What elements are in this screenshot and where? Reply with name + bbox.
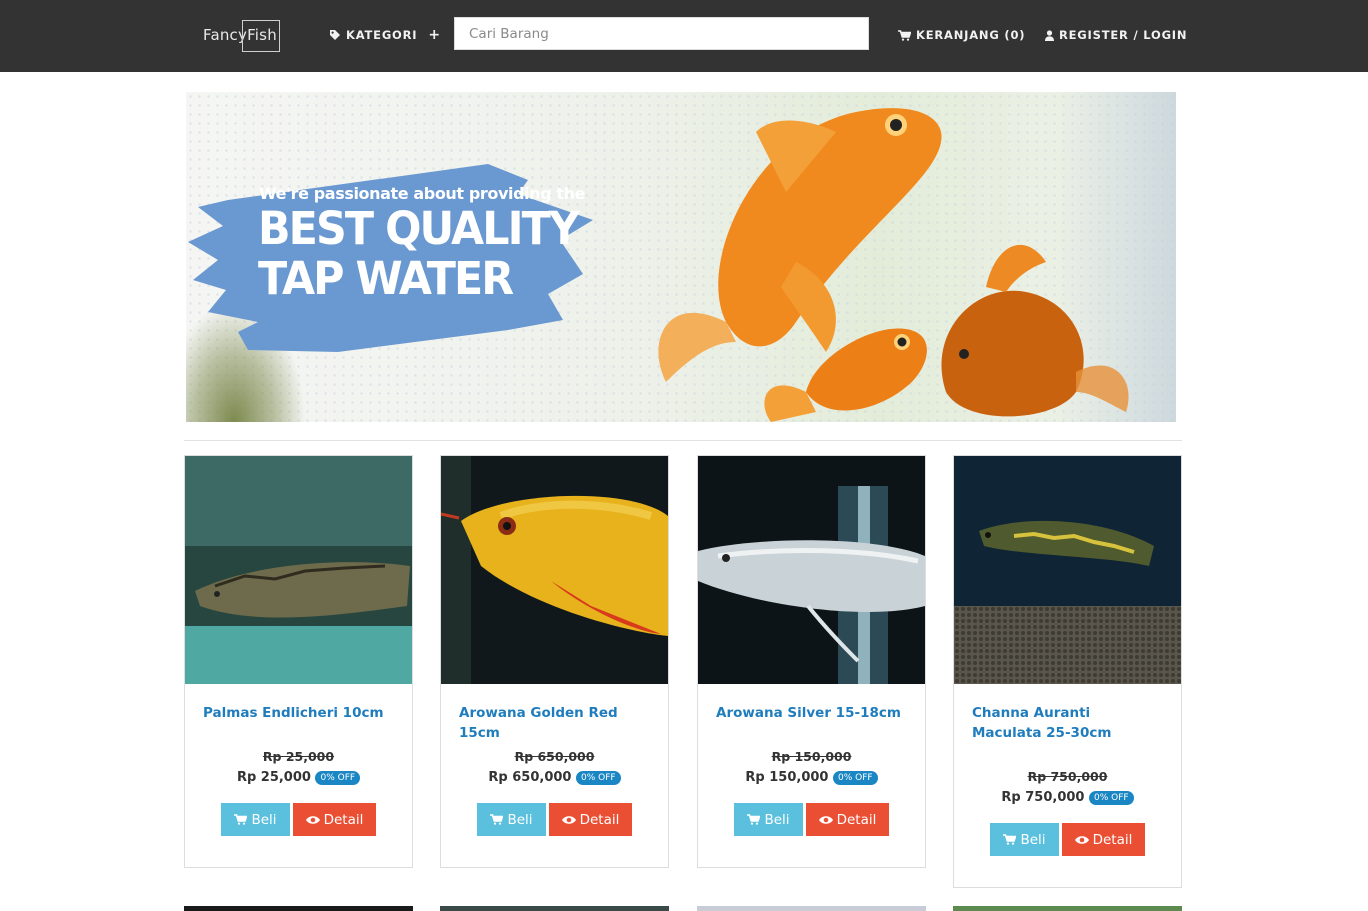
discount-badge: 0% OFF [1089, 791, 1134, 805]
logo-frame [242, 20, 280, 52]
price: Rp 650,000 [488, 770, 572, 785]
next-product-image[interactable] [440, 906, 669, 911]
eye-icon [561, 815, 576, 824]
product-image[interactable] [441, 456, 668, 684]
price-row: Rp 750,000 0% OFF [954, 786, 1181, 810]
plus-icon: + [428, 27, 441, 43]
cart-icon [898, 29, 911, 41]
banner-headline-2: TAP WATER [258, 252, 514, 305]
detail-label: Detail [323, 811, 364, 828]
eye-icon [1074, 835, 1089, 844]
discount-badge: 0% OFF [315, 771, 361, 785]
section-divider [184, 440, 1182, 441]
goldfish-illustration [658, 108, 1129, 422]
product-card: Arowana Silver 15-18cm Rp 150,000 Rp 150… [697, 455, 926, 868]
detail-label: Detail [1092, 831, 1133, 848]
detail-button[interactable]: Detail [549, 803, 632, 836]
cart-icon [490, 814, 504, 825]
price-row: Rp 650,000 0% OFF [441, 766, 668, 790]
cart-link[interactable]: KERANJANG (0) [898, 24, 1025, 46]
cart-icon [1003, 834, 1017, 845]
old-price: Rp 750,000 [1027, 769, 1108, 784]
next-product-image[interactable] [697, 906, 926, 911]
detail-label: Detail [836, 811, 877, 828]
price-row: Rp 150,000 0% OFF [698, 766, 925, 790]
next-product-image[interactable] [184, 906, 413, 911]
old-price: Rp 150,000 [771, 749, 852, 764]
register-login-link[interactable]: REGISTER / LOGIN [1045, 24, 1187, 46]
buy-label: Beli [764, 811, 790, 828]
banner-headline-1: BEST QUALITY [258, 202, 580, 255]
price-row: Rp 25,000 0% OFF [185, 766, 412, 790]
buy-label: Beli [251, 811, 277, 828]
card-actions: Beli Detail [441, 790, 668, 867]
detail-button[interactable]: Detail [806, 803, 889, 836]
kategori-menu[interactable]: KATEGORI + [329, 24, 441, 46]
product-image[interactable] [185, 456, 412, 684]
product-name[interactable]: Palmas Endlicheri 10cm [185, 684, 412, 748]
product-image[interactable] [954, 456, 1181, 684]
product-image[interactable] [698, 456, 925, 684]
discount-badge: 0% OFF [833, 771, 878, 785]
cart-icon [747, 814, 761, 825]
product-name[interactable]: Arowana Golden Red 15cm [441, 684, 668, 748]
buy-label: Beli [1020, 831, 1046, 848]
buy-button[interactable]: Beli [734, 803, 803, 836]
product-card: Palmas Endlicheri 10cm Rp 25,000 Rp 25,0… [184, 455, 413, 868]
top-navbar: FancyFish KATEGORI + KERANJANG (0) REGIS… [0, 0, 1368, 72]
old-price: Rp 25,000 [262, 749, 335, 764]
eye-icon [818, 815, 833, 824]
old-price: Rp 650,000 [514, 749, 595, 764]
product-card: Arowana Golden Red 15cm Rp 650,000 Rp 65… [440, 455, 669, 868]
search-input[interactable] [454, 17, 869, 50]
product-card: Channa Auranti Maculata 25-30cm Rp 750,0… [953, 455, 1182, 888]
detail-label: Detail [579, 811, 620, 828]
banner-subtitle: We're passionate about providing the [259, 184, 586, 203]
user-icon [1045, 29, 1054, 41]
detail-button[interactable]: Detail [293, 803, 376, 836]
logo[interactable]: FancyFish [203, 18, 280, 52]
buy-button[interactable]: Beli [477, 803, 546, 836]
price: Rp 750,000 [1001, 790, 1085, 805]
product-name[interactable]: Arowana Silver 15-18cm [698, 684, 925, 748]
product-name[interactable]: Channa Auranti Maculata 25-30cm [954, 684, 1181, 768]
cart-icon [234, 814, 248, 825]
detail-button[interactable]: Detail [1062, 823, 1145, 856]
card-actions: Beli Detail [185, 790, 412, 867]
cart-label: KERANJANG (0) [916, 28, 1026, 42]
price: Rp 150,000 [745, 770, 829, 785]
hero-banner[interactable]: We're passionate about providing the BES… [186, 92, 1176, 422]
buy-label: Beli [507, 811, 533, 828]
login-label: REGISTER / LOGIN [1059, 28, 1188, 42]
eye-icon [305, 815, 320, 824]
tag-icon [330, 30, 340, 40]
card-actions: Beli Detail [954, 810, 1181, 887]
buy-button[interactable]: Beli [990, 823, 1059, 856]
next-product-image[interactable] [953, 906, 1182, 911]
buy-button[interactable]: Beli [221, 803, 290, 836]
discount-badge: 0% OFF [576, 771, 621, 785]
price: Rp 25,000 [236, 770, 311, 785]
card-actions: Beli Detail [698, 790, 925, 867]
kategori-label: KATEGORI [346, 28, 418, 42]
